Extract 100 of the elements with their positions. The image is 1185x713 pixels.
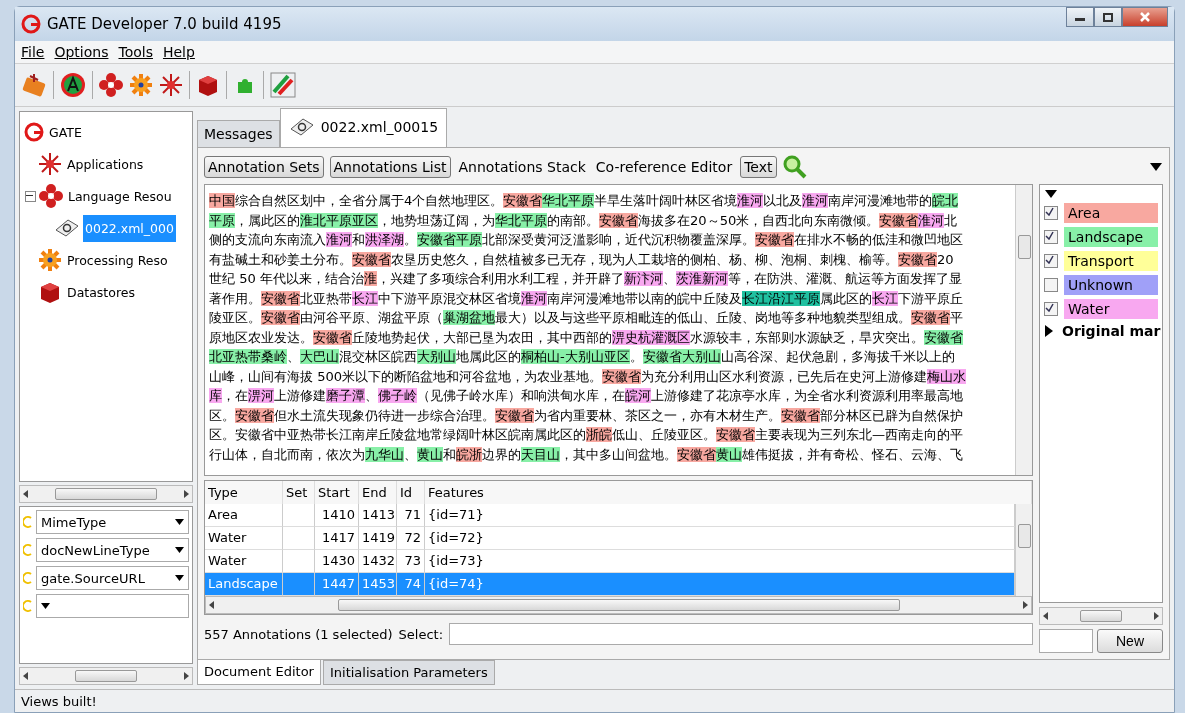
annotation-highlight[interactable]: 淠史杭灌溉区 <box>612 329 690 345</box>
annotation-highlight[interactable]: 茨淮新河 <box>676 271 728 286</box>
scroll-left-icon[interactable] <box>23 672 28 680</box>
annotation-highlight[interactable]: 安徽省 <box>599 212 638 228</box>
annotation-highlight[interactable]: 皖河 <box>625 388 651 403</box>
annotation-highlight[interactable]: 长江 <box>872 290 898 306</box>
tree-item[interactable]: Applications <box>65 150 146 178</box>
annotation-highlight[interactable]: 磨子潭 <box>326 388 365 403</box>
column-header[interactable]: End <box>359 481 397 504</box>
dropdown-arrow-icon[interactable] <box>1044 189 1058 199</box>
annotation-highlight[interactable]: 安徽省 <box>602 368 642 384</box>
scroll-right-icon[interactable] <box>1154 612 1159 621</box>
starburst-icon[interactable] <box>159 73 183 97</box>
annotation-highlight[interactable]: 皖浙 <box>456 446 482 462</box>
annotation-highlight[interactable]: 淮河 <box>737 193 764 208</box>
annotation-highlight[interactable]: 梅山水 <box>927 368 967 384</box>
annotation-highlight[interactable]: 华北平原 <box>542 193 595 208</box>
annotation-highlight[interactable]: 安徽省 <box>879 212 919 228</box>
horizontal-scrollbar[interactable] <box>1039 607 1163 625</box>
annotation-highlight[interactable]: 安徽省 <box>924 329 963 345</box>
annotation-highlight[interactable]: 安徽省 <box>503 193 543 208</box>
expand-arrow-icon[interactable] <box>1044 324 1054 338</box>
table-row[interactable]: Water 1417 1419 72 {id=72} <box>205 527 1015 550</box>
view-toggle-link[interactable]: Co-reference Editor <box>593 159 735 175</box>
annotation-highlight[interactable]: 安徽省 <box>716 427 755 442</box>
annotation-highlight[interactable]: 安徽省 <box>781 407 820 423</box>
annotation-highlight[interactable]: 浙皖 <box>586 427 612 442</box>
annotation-highlight[interactable]: 淮河 <box>802 193 829 208</box>
annotation-highlight[interactable]: 黄山 <box>716 446 742 462</box>
menu-item[interactable]: Options <box>54 44 109 60</box>
annotation-highlight[interactable]: 皖北 <box>932 193 959 208</box>
scroll-right-icon[interactable] <box>184 490 189 498</box>
scroll-right-icon[interactable] <box>1023 601 1028 609</box>
checkbox[interactable] <box>1044 302 1058 316</box>
cube-icon[interactable] <box>196 73 220 97</box>
checkbox[interactable] <box>1044 206 1058 220</box>
new-type-field[interactable] <box>1039 629 1093 653</box>
annotation-highlight[interactable]: 淠河 <box>248 388 274 403</box>
dropdown-arrow-icon[interactable] <box>1149 162 1163 172</box>
column-header[interactable]: Id <box>397 481 425 504</box>
document-tab[interactable]: Messages <box>197 120 280 147</box>
checkbox[interactable] <box>1044 278 1058 292</box>
view-toggle-button[interactable]: Text <box>740 156 777 178</box>
annotation-highlight[interactable]: 天目山 <box>521 446 560 462</box>
letter-a-badge-icon[interactable] <box>60 72 86 98</box>
scroll-left-icon[interactable] <box>209 601 214 609</box>
checkbox[interactable] <box>1044 254 1058 268</box>
scroll-left-icon[interactable] <box>1043 612 1048 621</box>
editor-tab[interactable]: Initialisation Parameters <box>322 660 495 685</box>
scroll-left-icon[interactable] <box>23 490 28 498</box>
vertical-scrollbar[interactable] <box>1015 185 1032 475</box>
tree-item[interactable]: Processing Reso <box>65 246 170 274</box>
gear-icon[interactable] <box>129 73 153 97</box>
annotation-highlight[interactable]: 安徽省 <box>495 407 534 423</box>
horizontal-scrollbar[interactable] <box>205 596 1032 614</box>
bag-icon[interactable] <box>21 72 47 98</box>
annotation-highlight[interactable]: 长江沿江平原 <box>742 290 820 306</box>
vertical-scrollbar[interactable] <box>1015 504 1032 596</box>
collapse-toggle-icon[interactable] <box>25 190 36 202</box>
annotation-highlight[interactable]: 淮 <box>364 271 377 286</box>
minimize-button[interactable] <box>1066 7 1094 27</box>
annotation-set-label[interactable]: Original mar <box>1062 323 1161 339</box>
annotation-highlight[interactable]: 安徽省大别山 <box>642 349 721 364</box>
menu-item[interactable]: Tools <box>118 44 153 60</box>
feature-dropdown[interactable]: gate.SourceURL <box>36 566 189 590</box>
annotation-highlight[interactable]: 佛子岭 <box>378 388 417 403</box>
tree-item[interactable]: Datastores <box>65 278 137 306</box>
flower-icon[interactable] <box>99 73 123 97</box>
maximize-button[interactable] <box>1094 7 1122 27</box>
annotation-highlight[interactable]: 中国 <box>209 193 235 208</box>
annotation-highlight[interactable]: 淮河 <box>521 290 547 306</box>
pencils-icon[interactable] <box>270 72 296 98</box>
column-header[interactable]: Type <box>205 481 283 504</box>
annotation-highlight[interactable]: 九华山 <box>365 446 404 462</box>
horizontal-scrollbar[interactable] <box>19 667 193 685</box>
table-row[interactable]: Area 1410 1413 71 {id=71} <box>205 504 1015 527</box>
annotation-highlight[interactable]: 黄山 <box>417 446 443 462</box>
annotation-highlight[interactable]: 大别山 <box>417 349 456 364</box>
search-icon[interactable] <box>782 155 807 179</box>
checkbox[interactable] <box>1044 230 1058 244</box>
menu-item[interactable]: File <box>21 44 45 60</box>
annotation-highlight[interactable]: 巢湖盆地 <box>443 310 495 325</box>
view-toggle-button[interactable]: Annotations List <box>329 156 451 178</box>
annotation-highlight[interactable]: 北亚热带桑岭 <box>209 349 287 364</box>
menu-item[interactable]: Help <box>162 44 195 60</box>
annotation-highlight[interactable]: 桐柏山-大别山亚区 <box>521 349 630 364</box>
annotation-highlight[interactable]: 安徽省 <box>261 310 300 325</box>
column-header[interactable]: Features <box>425 481 1032 504</box>
feature-dropdown[interactable]: MimeType <box>36 510 189 534</box>
document-tab[interactable]: 0022.xml_00015 <box>279 108 448 147</box>
column-header[interactable]: Set <box>283 481 315 504</box>
annotation-highlight[interactable]: 安徽省 <box>755 232 794 247</box>
annotation-highlight[interactable]: 洪泽湖 <box>365 232 404 247</box>
annotation-highlight[interactable]: 安徽省 <box>911 310 950 325</box>
annotation-highlight[interactable]: 大巴山 <box>300 349 339 364</box>
annotation-highlight[interactable]: 新汴河 <box>624 271 663 286</box>
annotation-highlight[interactable]: 华北平原 <box>495 212 547 228</box>
view-toggle-link[interactable]: Annotations Stack <box>456 159 588 175</box>
annotation-highlight[interactable]: 安徽省 <box>313 329 352 345</box>
column-header[interactable]: Start <box>315 481 359 504</box>
